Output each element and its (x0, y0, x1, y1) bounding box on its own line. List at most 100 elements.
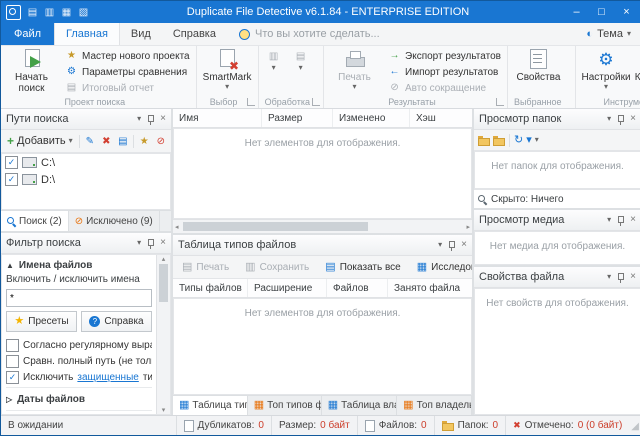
pin-icon[interactable] (448, 240, 455, 251)
types-save-button[interactable]: ▥ Сохранить (240, 258, 314, 276)
tab-top-owners[interactable]: ▦ Топ владель... (397, 396, 472, 415)
block-icon[interactable]: ⊘ (154, 134, 168, 149)
path-checkbox[interactable] (5, 173, 18, 186)
panel-menu-icon[interactable]: ▾ (137, 115, 141, 123)
regex-checkbox-row[interactable]: Согласно регулярному выражение (6, 337, 152, 353)
folder-icon[interactable] (478, 136, 490, 145)
scrollbar-thumb[interactable] (183, 222, 368, 231)
tab-owners-table[interactable]: ▦ Таблица вла... (322, 396, 397, 415)
tab-help[interactable]: Справка (162, 23, 227, 45)
panel-menu-icon[interactable]: ▾ (607, 216, 611, 224)
column-header-files[interactable]: Файлов (327, 279, 388, 297)
name-pattern-input[interactable] (6, 289, 152, 307)
tab-top-types[interactable]: ▦ Топ типов ф... (248, 396, 322, 415)
help-button[interactable]: ? Справка (81, 311, 152, 332)
fullpath-checkbox[interactable] (6, 355, 19, 368)
column-header-modified[interactable]: Изменено (333, 109, 410, 127)
tab-types-table[interactable]: ▦ Таблица тип... (173, 396, 248, 415)
dialog-launcher-icon[interactable] (247, 98, 255, 106)
auto-shrink-button[interactable]: ⊘ Авто сокращение (384, 80, 505, 96)
add-path-button[interactable]: + Добавить ▾ (4, 132, 76, 150)
tab-excluded-paths[interactable]: ⊘ Исключено (9) (69, 211, 160, 231)
exclude-protected-checkbox-row[interactable]: Исключить защищенные типы фа (6, 369, 152, 385)
folder-open-icon[interactable] (493, 136, 505, 145)
settings-button[interactable]: ⚙ Настройки ▾ (578, 47, 635, 91)
qat-report-button[interactable]: ▥ (41, 4, 58, 20)
edit-path-icon[interactable]: ✎ (83, 134, 97, 149)
vertical-scrollbar[interactable]: ▴ ▾ (156, 255, 170, 414)
scroll-right-icon[interactable]: ▸ (464, 223, 472, 231)
regex-checkbox[interactable] (6, 339, 19, 352)
import-paths-icon[interactable]: ▤ (116, 134, 130, 149)
start-search-button[interactable]: Начать поиск (3, 47, 60, 94)
scroll-up-icon[interactable]: ▴ (162, 255, 166, 263)
protected-types-link[interactable]: защищенные (77, 372, 138, 383)
process-delete-button[interactable]: ▥ ▾ (261, 47, 287, 75)
chevron-down-icon[interactable]: ▾ (535, 136, 539, 144)
pin-icon[interactable] (147, 114, 154, 125)
panel-menu-icon[interactable]: ▾ (438, 241, 442, 249)
filter-funnel-icon[interactable]: ▾ (526, 135, 532, 146)
qat-save-button[interactable]: ▤ (24, 4, 41, 20)
column-header-name[interactable]: Имя (173, 109, 262, 127)
qat-window-button[interactable]: ▦ (58, 4, 75, 20)
pin-icon[interactable] (617, 272, 624, 283)
process-move-button[interactable]: ▤ ▾ (288, 47, 314, 75)
tell-me-search[interactable]: Что вы хотите сделать... (227, 23, 392, 45)
section-file-dates[interactable]: ▷ Даты файлов (6, 390, 152, 408)
column-header-size[interactable]: Размер (262, 109, 333, 127)
minimize-button[interactable]: – (564, 3, 589, 21)
list-item[interactable]: C:\ (2, 154, 170, 171)
show-all-button[interactable]: ▤ Показать все (320, 258, 405, 276)
exclude-protected-checkbox[interactable] (6, 371, 19, 384)
tab-search-paths[interactable]: Поиск (2) (1, 211, 69, 231)
new-project-wizard-button[interactable]: ★ Мастер нового проекта (61, 48, 194, 64)
compare-params-button[interactable]: ⚙ Параметры сравнения (61, 64, 194, 80)
panel-menu-icon[interactable]: ▾ (137, 239, 141, 247)
hash-calculator-button[interactable]: ▦ Калькулятор хеша (636, 47, 640, 94)
section-file-names[interactable]: ▲ Имена файлов (6, 256, 152, 274)
import-results-button[interactable]: ← Импорт результатов (384, 64, 505, 80)
resize-grip[interactable]: ◢ (629, 419, 640, 435)
types-print-button[interactable]: ▤ Печать (177, 258, 234, 276)
close-icon[interactable]: × (630, 272, 636, 282)
column-header-hash[interactable]: Хэш (410, 109, 472, 127)
close-icon[interactable]: × (461, 240, 467, 250)
close-icon[interactable]: × (630, 215, 636, 225)
path-checkbox[interactable] (5, 156, 18, 169)
pin-icon[interactable] (147, 238, 154, 249)
tab-file[interactable]: Файл (1, 23, 54, 45)
tab-home[interactable]: Главная (54, 23, 120, 45)
section-file-sizes[interactable]: ▷ Размеры файлов (6, 413, 152, 414)
export-results-button[interactable]: → Экспорт результатов (384, 48, 505, 64)
panel-menu-icon[interactable]: ▾ (607, 273, 611, 281)
horizontal-scrollbar[interactable]: ◂ ▸ (173, 219, 472, 233)
column-header-extension[interactable]: Расширение (248, 279, 327, 297)
close-icon[interactable]: × (160, 238, 166, 248)
refresh-icon[interactable]: ↻ (514, 135, 523, 146)
pin-icon[interactable] (617, 215, 624, 226)
presets-button[interactable]: ★ Пресеты (6, 311, 77, 332)
theme-selector[interactable]: ◐ Тема ▾ (576, 23, 640, 45)
column-header-type[interactable]: Типы файлов (173, 279, 248, 297)
lock-icon[interactable]: ★ (137, 134, 151, 149)
column-header-space[interactable]: Занято файла (388, 279, 472, 297)
print-button[interactable]: Печать ▾ (326, 47, 383, 91)
list-item[interactable]: D:\ (2, 171, 170, 188)
qat-layout-button[interactable]: ▧ (75, 4, 92, 20)
smartmark-button[interactable]: SmartMark ▾ (199, 47, 256, 91)
dialog-launcher-icon[interactable] (312, 98, 320, 106)
pin-icon[interactable] (617, 114, 624, 125)
scroll-left-icon[interactable]: ◂ (173, 223, 181, 231)
hidden-filter-row[interactable]: Скрыто: Ничего (474, 189, 640, 208)
final-report-button[interactable]: ▤ Итоговый отчет (61, 80, 194, 96)
remove-path-icon[interactable]: ✖ (99, 134, 113, 149)
properties-button[interactable]: Свойства (510, 47, 567, 83)
close-icon[interactable]: × (630, 114, 636, 124)
maximize-button[interactable]: □ (589, 3, 614, 21)
close-button[interactable]: × (614, 3, 639, 21)
tab-view[interactable]: Вид (120, 23, 162, 45)
close-icon[interactable]: × (160, 114, 166, 124)
dialog-launcher-icon[interactable] (496, 98, 504, 106)
scroll-down-icon[interactable]: ▾ (162, 406, 166, 414)
